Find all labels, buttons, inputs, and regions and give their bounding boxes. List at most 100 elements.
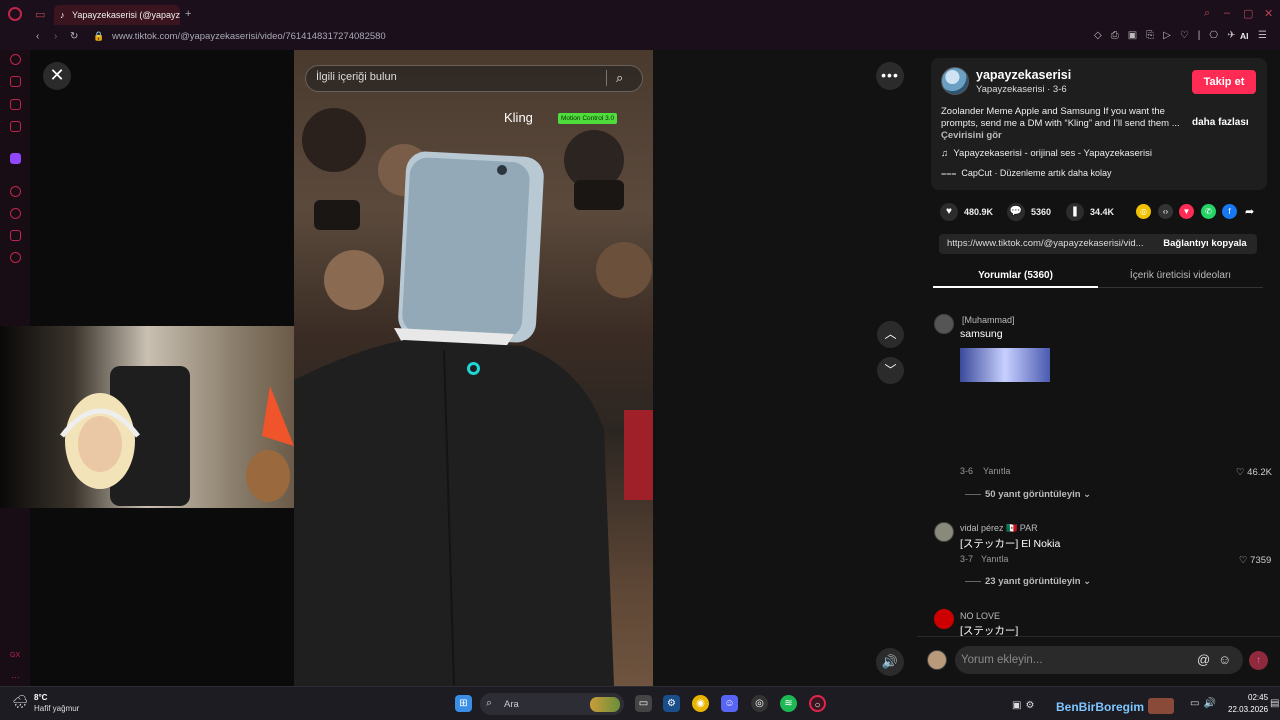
- search-tabs-icon[interactable]: ⌕: [1204, 7, 1210, 20]
- volume-button[interactable]: 🔊: [876, 648, 904, 676]
- comment-icon[interactable]: 💬: [1007, 203, 1025, 221]
- obs-icon[interactable]: ◎: [751, 695, 768, 712]
- discord-icon[interactable]: ☺: [721, 695, 738, 712]
- url-text[interactable]: www.tiktok.com/@yapayzekaserisi/video/76…: [112, 31, 386, 42]
- next-video-button[interactable]: ﹀: [877, 357, 904, 384]
- chrome-icon[interactable]: ◉: [692, 695, 709, 712]
- capcut-icon: ⩶: [941, 168, 962, 178]
- cursor-ring-icon: [467, 362, 480, 375]
- sidebar-player-icon[interactable]: [10, 186, 21, 197]
- search-icon[interactable]: ⌕: [616, 70, 632, 86]
- clock-time[interactable]: 02:45: [1248, 693, 1268, 702]
- reply-button[interactable]: Yanıtla: [981, 554, 1008, 564]
- comment-author[interactable]: NO LOVE: [960, 611, 1000, 621]
- tab-tiktok[interactable]: ♪ Yapayzekaserisi (@yapayz: [54, 5, 180, 25]
- close-video-button[interactable]: ✕: [43, 62, 71, 90]
- tray-label[interactable]: BenBirBoregim: [1056, 700, 1144, 714]
- comment-avatar[interactable]: [934, 522, 954, 542]
- tab-menu-icon[interactable]: ▭: [35, 8, 45, 21]
- music-info[interactable]: ♫ Yapayzekaserisi - orijinal ses - Yapay…: [941, 148, 1152, 159]
- kling-watermark: Kling: [504, 110, 533, 125]
- forward-icon[interactable]: ›: [54, 31, 57, 42]
- clock-date[interactable]: 22.03.2026: [1228, 705, 1268, 714]
- system-tray-icons[interactable]: ▭🔊: [1190, 698, 1220, 709]
- comment-text: [ステッカー] El Nokia: [960, 538, 1061, 550]
- player-left-area-lower: [30, 508, 294, 686]
- author-avatar[interactable]: [941, 67, 969, 95]
- more-options-button[interactable]: •••: [876, 62, 904, 90]
- sidebar-more-icon[interactable]: ···: [11, 672, 20, 682]
- mention-icon[interactable]: @: [1197, 652, 1210, 667]
- send-comment-button[interactable]: ↑: [1249, 651, 1268, 670]
- sidebar-twitch-icon[interactable]: [10, 153, 21, 164]
- search-placeholder[interactable]: İlgili içeriği bulun: [316, 71, 397, 83]
- comment-author[interactable]: [Muhammad]: [962, 315, 1015, 325]
- view-replies-button[interactable]: 50 yanıt görüntüleyin ⌄: [985, 489, 1091, 500]
- webcam-overlay: [0, 326, 294, 508]
- more-description-link[interactable]: daha fazlası: [1192, 117, 1249, 128]
- sidebar-aria-icon[interactable]: [10, 54, 21, 65]
- tray-icons[interactable]: ▣⚙: [1012, 700, 1038, 711]
- sidebar-messenger-icon[interactable]: [10, 121, 21, 132]
- steam-icon[interactable]: ⚙: [663, 695, 680, 712]
- tab-creator-videos[interactable]: İçerik üreticisi videoları: [1098, 264, 1263, 288]
- address-bar-extension-icons[interactable]: ◇⎙▣⎘▷♡|⎔✈: [1094, 30, 1245, 41]
- kling-badge: Motion Control 3.0: [558, 113, 618, 124]
- reply-button[interactable]: Yanıtla: [983, 466, 1010, 476]
- author-subtitle: Yapayzekaserisi · 3-6: [976, 84, 1067, 95]
- sidebar-chat-icon[interactable]: [10, 99, 21, 110]
- opera-logo-icon[interactable]: [8, 7, 22, 21]
- ai-icon[interactable]: AI: [1240, 31, 1249, 41]
- comment-author[interactable]: vidal pérez 🇲🇽 PAR: [960, 523, 1038, 534]
- maximize-icon[interactable]: ▢: [1243, 7, 1253, 20]
- opera-gx-icon[interactable]: ○: [809, 695, 826, 712]
- bookmark-icon[interactable]: ❚: [1066, 203, 1084, 221]
- easy-setup-icon[interactable]: ☰: [1258, 30, 1267, 41]
- translate-link[interactable]: Çevirisini gör: [941, 130, 1002, 141]
- comment-avatar[interactable]: [934, 609, 954, 629]
- comment-sticker-image[interactable]: [960, 348, 1050, 382]
- facebook-icon[interactable]: f: [1222, 204, 1237, 219]
- view-replies-button[interactable]: 23 yanıt görüntüleyin ⌄: [985, 576, 1091, 587]
- whatsapp-icon[interactable]: ✆: [1201, 204, 1216, 219]
- sidebar-pin-icon[interactable]: [10, 230, 21, 241]
- sidebar-history-icon[interactable]: [10, 208, 21, 219]
- my-avatar: [927, 650, 947, 670]
- send-friends-icon[interactable]: ▼: [1179, 204, 1194, 219]
- copy-link-button[interactable]: Bağlantıyı kopyala: [1153, 234, 1257, 254]
- weather-temp[interactable]: 8°C: [34, 693, 47, 702]
- weather-icon[interactable]: 🌧: [12, 694, 29, 710]
- start-windows-icon[interactable]: ⊞: [455, 695, 472, 712]
- share-arrow-icon[interactable]: ➦: [1245, 205, 1254, 218]
- emoji-icon[interactable]: ☺: [1218, 652, 1231, 667]
- spotify-icon[interactable]: ≋: [780, 695, 797, 712]
- author-name[interactable]: yapayzekaserisi: [976, 68, 1071, 82]
- comment-like[interactable]: ♡ 46.2K: [1236, 467, 1272, 478]
- heart-outline-icon: ♡: [1239, 555, 1251, 566]
- follow-button[interactable]: Takip et: [1192, 70, 1256, 94]
- taskbar-search-label[interactable]: Ara: [504, 699, 519, 710]
- new-tab-button[interactable]: +: [185, 8, 191, 20]
- minimize-icon[interactable]: –: [1224, 7, 1230, 19]
- embed-icon[interactable]: ‹›: [1158, 204, 1173, 219]
- comment-avatar[interactable]: [934, 314, 954, 334]
- sidebar-gx-icon[interactable]: GX: [10, 652, 20, 659]
- close-window-icon[interactable]: ✕: [1264, 7, 1273, 20]
- task-view-icon[interactable]: ▭: [635, 695, 652, 712]
- tab-comments[interactable]: Yorumlar (5360): [933, 264, 1098, 288]
- notifications-icon[interactable]: ▤: [1270, 698, 1279, 709]
- sidebar-bag-icon[interactable]: [10, 76, 21, 87]
- like-heart-icon[interactable]: ♥: [940, 203, 958, 221]
- video-link-field[interactable]: https://www.tiktok.com/@yapayzekaserisi/…: [939, 234, 1157, 254]
- sidebar-settings-icon[interactable]: [10, 252, 21, 263]
- like-count: 480.9K: [964, 207, 994, 217]
- comment-like[interactable]: ♡ 7359: [1239, 555, 1271, 566]
- back-icon[interactable]: ‹: [36, 31, 39, 42]
- weather-summary[interactable]: Hafif yağmur: [34, 704, 79, 713]
- comment-input-placeholder[interactable]: Yorum ekleyin...: [961, 654, 1042, 666]
- tray-thumbnail-icon[interactable]: [1148, 698, 1174, 714]
- reload-icon[interactable]: ↻: [70, 31, 78, 42]
- previous-video-button[interactable]: ︿: [877, 321, 904, 348]
- capcut-info[interactable]: ⩶ CapCut · Düzenleme artık daha kolay: [941, 168, 1112, 179]
- share-coin-icon[interactable]: ◎: [1136, 204, 1151, 219]
